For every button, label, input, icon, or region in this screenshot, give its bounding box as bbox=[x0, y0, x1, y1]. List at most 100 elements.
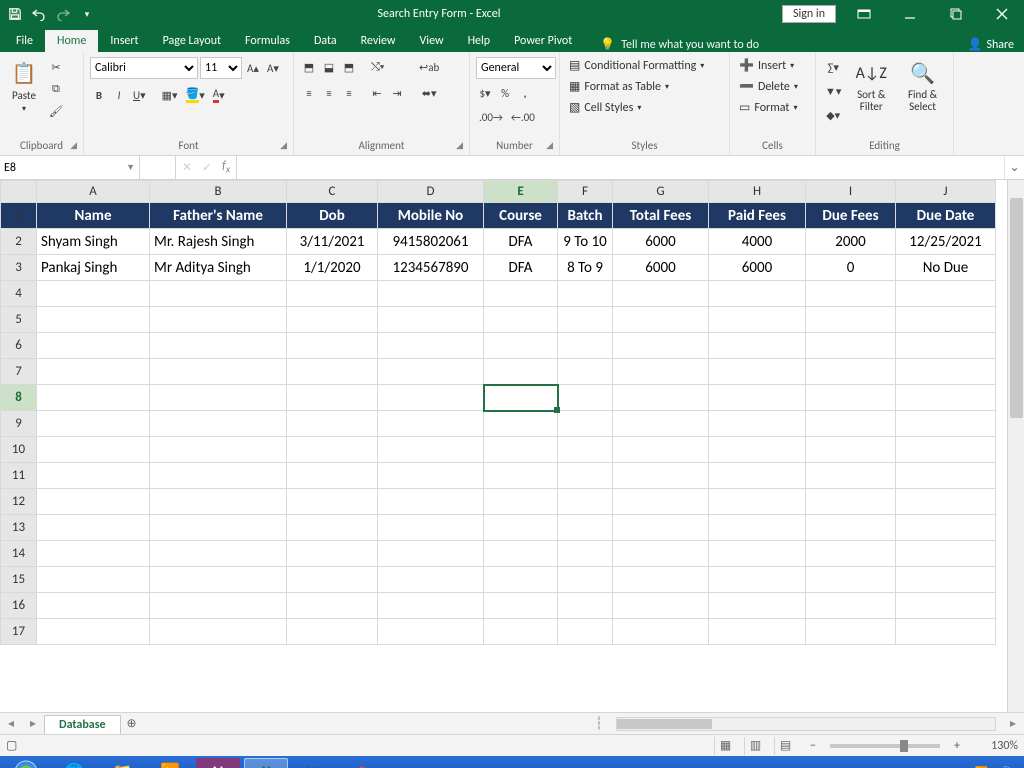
row-header[interactable]: 17 bbox=[1, 619, 37, 645]
zoom-out-button[interactable]: − bbox=[804, 739, 822, 753]
cell[interactable] bbox=[484, 619, 558, 645]
cell[interactable] bbox=[806, 619, 896, 645]
cell[interactable]: Mobile No bbox=[378, 203, 484, 229]
cell[interactable] bbox=[896, 281, 996, 307]
format-cells-button[interactable]: ▭Format▾ bbox=[736, 99, 800, 116]
cell[interactable] bbox=[378, 385, 484, 411]
cell[interactable]: 12/25/2021 bbox=[896, 229, 996, 255]
cell[interactable] bbox=[558, 619, 613, 645]
cell[interactable] bbox=[150, 307, 287, 333]
comma-format-button[interactable]: , bbox=[516, 83, 534, 103]
cell[interactable] bbox=[484, 463, 558, 489]
cell[interactable]: Mr. Rajesh Singh bbox=[150, 229, 287, 255]
copy-button[interactable]: ⧉ bbox=[46, 79, 66, 99]
cell[interactable] bbox=[150, 489, 287, 515]
orientation-button[interactable]: ⤭▾ bbox=[368, 57, 387, 77]
cell[interactable]: 8 To 9 bbox=[558, 255, 613, 281]
cell[interactable] bbox=[896, 567, 996, 593]
cell[interactable] bbox=[287, 437, 378, 463]
cell[interactable]: No Due bbox=[896, 255, 996, 281]
col-header-C[interactable]: C bbox=[287, 181, 378, 203]
cell[interactable] bbox=[806, 307, 896, 333]
cell[interactable] bbox=[37, 463, 150, 489]
alignment-dialog-icon[interactable]: ◢ bbox=[456, 140, 463, 151]
cell[interactable]: Mr Aditya Singh bbox=[150, 255, 287, 281]
cell[interactable]: 9415802061 bbox=[378, 229, 484, 255]
percent-format-button[interactable]: % bbox=[496, 83, 514, 103]
cell[interactable] bbox=[150, 437, 287, 463]
col-header-J[interactable]: J bbox=[896, 181, 996, 203]
cell[interactable]: Name bbox=[37, 203, 150, 229]
zoom-thumb[interactable] bbox=[900, 740, 908, 752]
macro-record-icon[interactable]: ▢ bbox=[6, 738, 17, 753]
cell[interactable] bbox=[378, 333, 484, 359]
cell[interactable] bbox=[558, 489, 613, 515]
row-header[interactable]: 15 bbox=[1, 567, 37, 593]
cell[interactable] bbox=[287, 411, 378, 437]
cell[interactable] bbox=[287, 281, 378, 307]
cell[interactable]: DFA bbox=[484, 229, 558, 255]
decrease-font-button[interactable]: A▾ bbox=[264, 58, 282, 78]
cell[interactable] bbox=[558, 307, 613, 333]
cell[interactable] bbox=[613, 359, 709, 385]
cell[interactable] bbox=[613, 333, 709, 359]
zoom-in-button[interactable]: + bbox=[948, 739, 966, 753]
cell[interactable]: 9 To 10 bbox=[558, 229, 613, 255]
cell[interactable] bbox=[37, 281, 150, 307]
cell[interactable] bbox=[806, 333, 896, 359]
cell[interactable] bbox=[896, 385, 996, 411]
name-box-input[interactable] bbox=[4, 161, 122, 175]
cell[interactable] bbox=[896, 619, 996, 645]
share-button[interactable]: 👤 Share bbox=[967, 37, 1014, 52]
cell[interactable] bbox=[613, 411, 709, 437]
cell[interactable]: 6000 bbox=[709, 255, 806, 281]
cell[interactable] bbox=[37, 411, 150, 437]
row-header[interactable]: 12 bbox=[1, 489, 37, 515]
cell[interactable] bbox=[558, 463, 613, 489]
sheet-nav-prev[interactable]: ◂ bbox=[0, 713, 22, 735]
cell[interactable] bbox=[613, 437, 709, 463]
decrease-decimal-button[interactable]: ←.00 bbox=[508, 107, 538, 127]
tab-help[interactable]: Help bbox=[456, 30, 503, 52]
cell[interactable] bbox=[37, 515, 150, 541]
cell[interactable] bbox=[150, 385, 287, 411]
cell[interactable] bbox=[613, 567, 709, 593]
page-break-view-button[interactable]: ▤ bbox=[774, 737, 796, 755]
cell[interactable] bbox=[896, 437, 996, 463]
cell[interactable] bbox=[709, 593, 806, 619]
font-name-select[interactable]: Calibri bbox=[90, 57, 198, 79]
formula-expand-icon[interactable]: ⌄ bbox=[1004, 156, 1024, 179]
sign-in-button[interactable]: Sign in bbox=[782, 5, 836, 23]
align-left-button[interactable]: ≡ bbox=[300, 83, 318, 103]
cell[interactable] bbox=[896, 515, 996, 541]
number-dialog-icon[interactable]: ◢ bbox=[546, 140, 553, 151]
wrap-text-button[interactable]: ↩ab bbox=[416, 57, 442, 77]
cell[interactable] bbox=[287, 593, 378, 619]
maximize-button[interactable] bbox=[934, 0, 978, 28]
row-header[interactable]: 11 bbox=[1, 463, 37, 489]
cell[interactable] bbox=[287, 541, 378, 567]
cell[interactable] bbox=[709, 333, 806, 359]
taskbar-explorer[interactable]: 📁 bbox=[100, 758, 144, 768]
cell[interactable] bbox=[150, 463, 287, 489]
cell[interactable] bbox=[37, 385, 150, 411]
cell[interactable]: Course bbox=[484, 203, 558, 229]
cell[interactable] bbox=[378, 593, 484, 619]
minimize-button[interactable] bbox=[888, 0, 932, 28]
cell[interactable]: 1/1/2020 bbox=[287, 255, 378, 281]
align-top-button[interactable]: ⬒ bbox=[300, 57, 318, 77]
cell[interactable] bbox=[558, 359, 613, 385]
ribbon-display-icon[interactable] bbox=[842, 0, 886, 28]
accounting-format-button[interactable]: $▾ bbox=[476, 83, 494, 103]
taskbar-onenote[interactable]: N bbox=[196, 758, 240, 768]
italic-button[interactable]: I bbox=[110, 85, 128, 105]
cell[interactable] bbox=[896, 359, 996, 385]
clipboard-dialog-icon[interactable]: ◢ bbox=[70, 140, 77, 151]
cell[interactable] bbox=[806, 411, 896, 437]
cell[interactable] bbox=[709, 307, 806, 333]
zoom-slider[interactable] bbox=[830, 744, 940, 748]
row-header[interactable]: 5 bbox=[1, 307, 37, 333]
cell[interactable] bbox=[613, 281, 709, 307]
cell[interactable] bbox=[806, 281, 896, 307]
cell[interactable] bbox=[150, 281, 287, 307]
